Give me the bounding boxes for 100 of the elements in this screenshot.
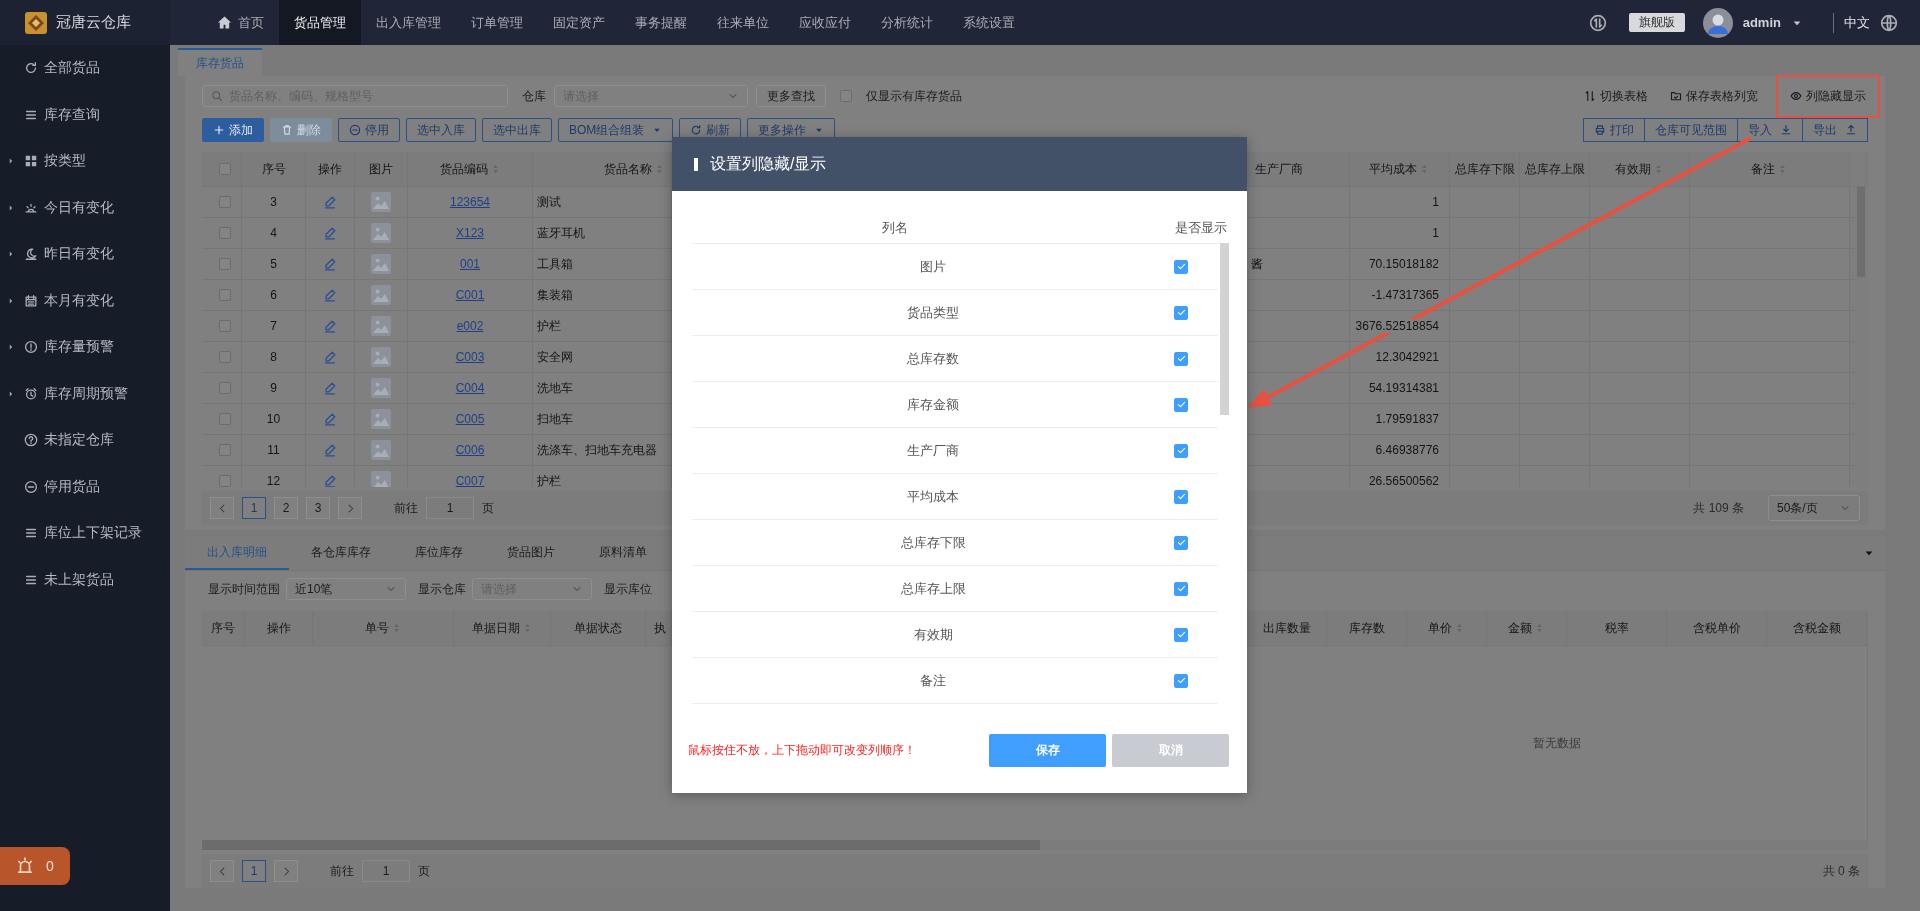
page-number[interactable]: 2 (274, 497, 298, 519)
view-action-button[interactable]: 保存表格列宽 (1666, 85, 1762, 107)
dialog-button[interactable]: 保存 (989, 734, 1106, 767)
action-button[interactable]: 添加 (202, 118, 264, 142)
filter-select[interactable]: 近10笔 (286, 578, 406, 600)
globe-icon[interactable] (1880, 13, 1898, 32)
column-header[interactable]: 税率 (1604, 619, 1629, 637)
edit-icon[interactable] (323, 226, 337, 240)
row-checkbox[interactable] (218, 444, 231, 456)
sidebar-item[interactable]: 全部货品 (0, 45, 170, 92)
visibility-checkbox[interactable] (1174, 581, 1188, 596)
column-header[interactable]: 单据日期 (471, 619, 533, 637)
row-checkbox[interactable] (218, 320, 231, 332)
action-button[interactable]: 选中出库 (482, 118, 552, 142)
product-code-link[interactable]: C001 (455, 288, 485, 302)
checkbox[interactable] (840, 90, 852, 102)
column-header[interactable]: 单据状态 (574, 619, 622, 637)
sidebar-item[interactable]: 库存量预警 (0, 324, 170, 371)
edit-icon[interactable] (323, 319, 337, 333)
checkbox[interactable] (218, 163, 231, 175)
column-header[interactable]: 总库存上限 (1524, 160, 1585, 178)
visibility-checkbox[interactable] (1174, 443, 1188, 458)
more-search-button[interactable]: 更多查找 (756, 85, 826, 107)
visibility-checkbox[interactable] (1174, 489, 1188, 504)
product-code-link[interactable]: 123654 (449, 195, 490, 209)
visibility-checkbox[interactable] (1174, 535, 1188, 550)
product-code-link[interactable]: C003 (455, 350, 485, 364)
view-action-button[interactable]: 列隐藏显示 (1776, 74, 1880, 118)
edit-icon[interactable] (323, 350, 337, 364)
product-code-link[interactable]: X123 (456, 226, 484, 240)
edit-icon[interactable] (323, 381, 337, 395)
column-header[interactable]: 含税金额 (1792, 619, 1841, 637)
column-header[interactable]: 图片 (369, 160, 393, 178)
nav-tab[interactable]: 订单管理 (456, 0, 538, 45)
product-code-link[interactable]: C004 (455, 381, 485, 395)
column-header[interactable]: 操作 (318, 160, 342, 178)
action-button[interactable]: 停用 (338, 118, 400, 142)
edit-icon[interactable] (323, 288, 337, 302)
nav-tab[interactable]: 应收应付 (784, 0, 866, 45)
nav-tab[interactable]: 货品管理 (279, 0, 361, 45)
column-header[interactable]: 备注 (1751, 160, 1788, 178)
page-input[interactable]: 1 (426, 497, 474, 519)
toolbar-button[interactable]: 导入 (1737, 118, 1803, 142)
sidebar-item[interactable]: 未指定仓库 (0, 417, 170, 464)
column-header[interactable]: 含税单价 (1692, 619, 1741, 637)
column-header[interactable]: 金额 (1508, 619, 1545, 637)
view-action-button[interactable]: 切换表格 (1580, 85, 1652, 107)
visibility-checkbox[interactable] (1174, 673, 1188, 688)
column-header[interactable]: 生产厂商 (1255, 160, 1303, 178)
row-checkbox[interactable] (218, 382, 231, 394)
column-header[interactable]: 单号 (364, 619, 402, 637)
edit-icon[interactable] (323, 474, 337, 487)
toolbar-button[interactable]: 打印 (1583, 118, 1645, 142)
page-number[interactable]: 3 (306, 497, 330, 519)
action-button[interactable]: BOM组合组装 (558, 118, 674, 142)
toolbar-button[interactable]: 仓库可见范围 (1644, 118, 1738, 142)
row-checkbox[interactable] (218, 258, 231, 270)
nav-tab[interactable]: 往来单位 (702, 0, 784, 45)
visibility-checkbox[interactable] (1174, 627, 1188, 642)
next-page-button[interactable] (338, 497, 362, 519)
column-header[interactable]: 货品编码 (439, 160, 501, 178)
product-code-link[interactable]: e002 (456, 319, 484, 333)
sidebar-item[interactable]: 停用货品 (0, 463, 170, 510)
detail-tab[interactable]: 各仓库库存 (289, 536, 393, 570)
sidebar-item[interactable]: 按类型 (0, 138, 170, 185)
edit-icon[interactable] (323, 443, 337, 457)
edit-icon[interactable] (323, 412, 337, 426)
action-button[interactable]: 选中入库 (406, 118, 476, 142)
page-size-select[interactable]: 50条/页 (1768, 495, 1860, 521)
detail-tab[interactable]: 原料清单 (577, 536, 669, 570)
column-header[interactable]: 序号 (261, 160, 286, 178)
visibility-checkbox[interactable] (1174, 305, 1188, 320)
column-header[interactable]: 平均成本 (1369, 160, 1430, 178)
toolbar-button[interactable]: 导出 (1802, 118, 1868, 142)
product-code-link[interactable]: C007 (455, 474, 485, 487)
visibility-checkbox[interactable] (1174, 397, 1188, 412)
row-checkbox[interactable] (218, 351, 231, 363)
sidebar-item[interactable]: 库位上下架记录 (0, 510, 170, 557)
product-code-link[interactable]: 001 (460, 257, 480, 271)
visibility-checkbox[interactable] (1174, 259, 1188, 274)
column-header[interactable]: 库存数 (1348, 619, 1385, 637)
sidebar-item[interactable]: 本月有变化 (0, 277, 170, 324)
column-header[interactable]: 单价 (1428, 619, 1465, 637)
column-header[interactable]: 有效期 (1615, 160, 1664, 178)
sidebar-item[interactable]: 库存周期预警 (0, 370, 170, 417)
language-menu[interactable]: 中文 (1844, 13, 1870, 32)
column-header[interactable]: 操作 (266, 619, 291, 637)
row-checkbox[interactable] (218, 289, 231, 301)
scrollbar-thumb[interactable] (1220, 243, 1229, 415)
previous-page-button[interactable] (210, 497, 234, 519)
detail-tab[interactable]: 库位库存 (393, 536, 485, 570)
detail-tab[interactable]: 货品图片 (485, 536, 577, 570)
row-checkbox[interactable] (218, 196, 231, 208)
column-header[interactable]: 出库数量 (1262, 619, 1311, 637)
page-input[interactable]: 1 (362, 860, 410, 882)
previous-page-button[interactable] (210, 860, 234, 882)
dashboard-icon[interactable] (1588, 13, 1607, 32)
avatar-icon[interactable] (1702, 7, 1733, 38)
row-checkbox[interactable] (218, 227, 231, 239)
column-header[interactable]: 货品名称 (604, 160, 665, 178)
